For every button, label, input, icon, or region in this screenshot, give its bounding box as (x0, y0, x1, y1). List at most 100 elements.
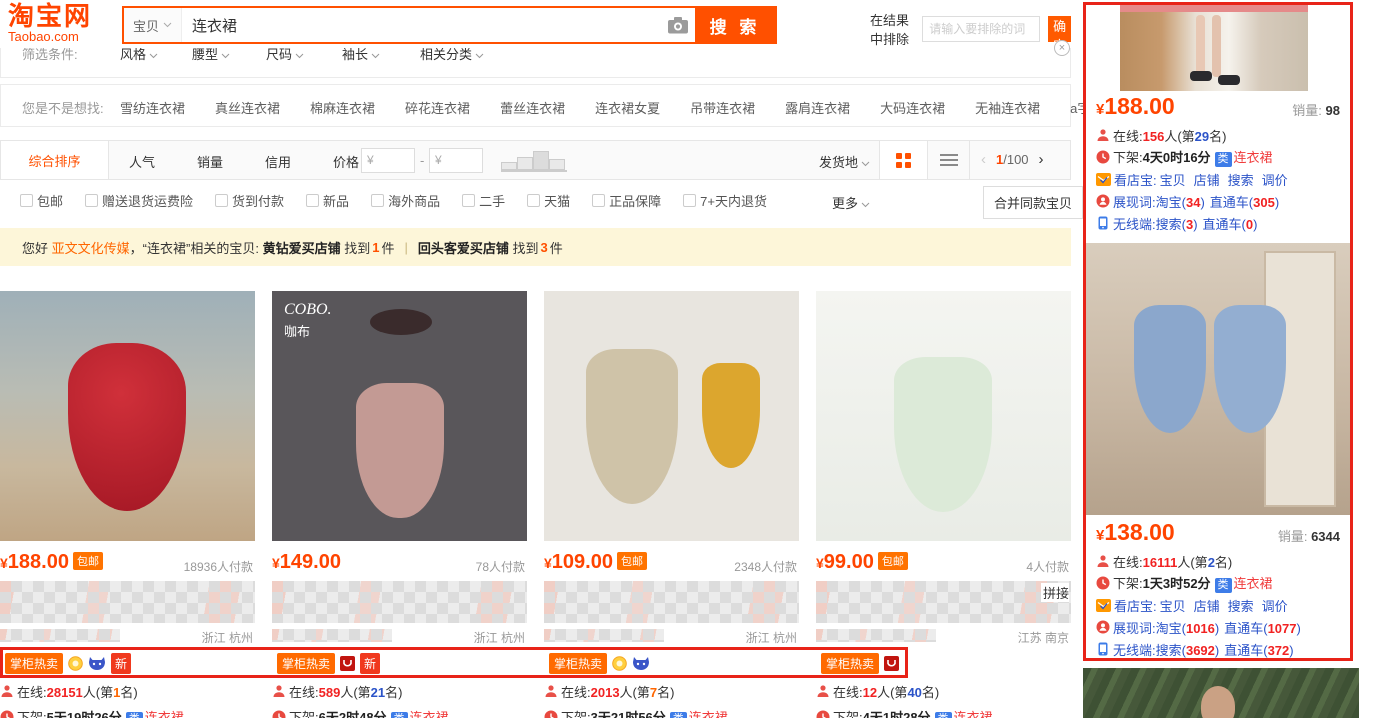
next-sidebar-product-image[interactable] (1083, 668, 1359, 718)
suggestion-link[interactable]: 雪纺连衣裙 (120, 98, 185, 117)
offline-stat-row: 下架:3天21时56分类连衣裙 (544, 708, 799, 718)
exclude-bar: 在结果中排除 确定 (870, 10, 1071, 48)
product-title-blurred[interactable]: 拼接 (816, 581, 1071, 623)
person-icon (1096, 554, 1110, 568)
impression-count: 1016 (1186, 621, 1215, 636)
exclude-input[interactable] (922, 16, 1040, 42)
seller-name-blurred[interactable] (816, 629, 936, 642)
product-card[interactable]: ¥99.00包邮 4人付款 拼接 江苏 南京 掌柜热卖 在线:12人(第40名)… (816, 291, 1071, 718)
product-image[interactable] (0, 291, 255, 541)
ship-from-dropdown[interactable]: 发货地 (819, 152, 870, 171)
free-shipping-badge: 包邮 (617, 552, 647, 570)
product-title-blurred[interactable] (544, 581, 799, 623)
taobao-logo[interactable]: 淘宝网 Taobao.com (8, 3, 92, 44)
chevron-down-icon (295, 53, 304, 59)
suggestion-link[interactable]: 真丝连衣裙 (215, 98, 280, 117)
product-image-placeholder (1190, 71, 1212, 81)
category-link[interactable]: 连衣裙 (145, 710, 184, 718)
product-card[interactable]: ¥109.00包邮 2348人付款 浙江 杭州 掌柜热卖 在线:2013人(第7… (544, 291, 799, 718)
search-category-dropdown[interactable]: 宝贝 (124, 8, 182, 42)
more-filters-dropdown[interactable]: 更多 (832, 193, 870, 212)
seller-name-blurred[interactable] (272, 629, 392, 642)
shop-tool-row: 看店宝:宝贝店铺搜索调价 (1096, 595, 1288, 615)
seller-name-blurred[interactable] (0, 629, 120, 642)
product-card[interactable]: COBO. 咖布 ¥149.00 78人付款 浙江 杭州 掌柜热卖 新 在线:5… (272, 291, 527, 718)
filter-checkbox-overseas[interactable]: 海外商品 (371, 191, 440, 210)
tool-link-search[interactable]: 搜索 (1228, 170, 1254, 189)
prev-page-button[interactable]: ‹ (981, 153, 986, 166)
filter-checkbox-cod[interactable]: 货到付款 (215, 191, 284, 210)
shop-tool-label: 看店宝: (1114, 596, 1157, 615)
price-histogram-icon[interactable] (501, 150, 567, 172)
product-image-placeholder (586, 349, 678, 504)
product-image[interactable] (816, 291, 1071, 541)
category-link[interactable]: 连衣裙 (410, 710, 449, 718)
price-min-input[interactable] (380, 150, 412, 171)
person-icon (816, 684, 830, 698)
tool-link-item[interactable]: 宝贝 (1160, 596, 1186, 615)
seller-name-blurred[interactable] (544, 629, 664, 642)
grid-view-icon (896, 153, 911, 168)
sort-tab-credit[interactable]: 信用 (265, 152, 291, 171)
chevron-down-icon (475, 53, 484, 59)
suggestion-link[interactable]: 碎花连衣裙 (405, 98, 470, 117)
sort-tab-popularity[interactable]: 人气 (129, 152, 155, 171)
filter-checkbox-new[interactable]: 新品 (306, 191, 349, 210)
filter-checkbox-return-insurance[interactable]: 赠送退货运费险 (85, 191, 193, 210)
tool-link-search[interactable]: 搜索 (1228, 596, 1254, 615)
category-link[interactable]: 连衣裙 (954, 710, 993, 718)
suggestion-link[interactable]: 无袖连衣裙 (975, 98, 1040, 117)
price-max-field: ¥ (429, 148, 483, 173)
category-link[interactable]: 连衣裙 (689, 710, 728, 718)
vip-shops-label: 黄钻爱买店铺 (263, 238, 341, 257)
suggestion-link[interactable]: 蕾丝连衣裙 (500, 98, 565, 117)
sidebar-product-image[interactable] (1086, 243, 1350, 515)
sort-tab-default[interactable]: 综合排序 (1, 141, 109, 179)
tool-link-shop[interactable]: 店铺 (1194, 170, 1220, 189)
suggestion-link[interactable]: 大码连衣裙 (880, 98, 945, 117)
sort-tab-sales[interactable]: 销量 (197, 152, 223, 171)
rank-value: 40 (907, 685, 921, 700)
merge-same-items-button[interactable]: 合并同款宝贝 (983, 186, 1083, 219)
product-title-blurred[interactable] (272, 581, 527, 623)
list-view-button[interactable] (928, 141, 969, 179)
sidebar-product-image[interactable] (1120, 5, 1308, 91)
pagination: ‹ 1/100 › (981, 152, 1044, 167)
search-input[interactable] (182, 8, 661, 42)
suggestion-link[interactable]: 露肩连衣裙 (785, 98, 850, 117)
exclude-confirm-button[interactable]: 确定 (1048, 16, 1071, 42)
filter-checkbox-7day-return[interactable]: 7+天内退货 (683, 191, 767, 210)
buyer-count: 4人付款 (1026, 558, 1069, 575)
tool-link-price[interactable]: 调价 (1262, 170, 1288, 189)
category-link[interactable]: 连衣裙 (1234, 576, 1273, 591)
free-shipping-badge: 包邮 (878, 552, 908, 570)
price-max-input[interactable] (448, 150, 480, 171)
grid-view-button[interactable] (880, 141, 927, 179)
filter-checkbox-tmall[interactable]: 天猫 (527, 191, 570, 210)
product-image[interactable]: COBO. 咖布 (272, 291, 527, 541)
search-button[interactable]: 搜 索 (695, 8, 775, 42)
product-card[interactable]: ¥188.00包邮 18936人付款 浙江 杭州 掌柜热卖 新 在线:28151… (0, 291, 255, 718)
filter-checkbox-free-shipping[interactable]: 包邮 (20, 191, 63, 210)
suggestion-link[interactable]: 连衣裙女夏 (595, 98, 660, 117)
shop-name-link[interactable]: 亚文文化传媒 (52, 238, 130, 257)
product-image-placeholder (1134, 305, 1206, 433)
next-page-button[interactable]: › (1039, 153, 1044, 166)
product-title-blurred[interactable] (0, 581, 255, 623)
product-price: 109.00 (552, 551, 613, 573)
product-image-placeholder (1120, 5, 1308, 12)
suggestion-link[interactable]: 棉麻连衣裙 (310, 98, 375, 117)
category-link[interactable]: 连衣裙 (1234, 150, 1273, 165)
suggestion-link[interactable]: 吊带连衣裙 (690, 98, 755, 117)
close-icon[interactable]: × (1054, 40, 1070, 56)
product-image[interactable] (544, 291, 799, 541)
image-search-camera-icon[interactable] (661, 8, 695, 42)
impression-count: 1077 (1268, 621, 1297, 636)
seller-badges: 掌柜热卖 (816, 652, 1071, 674)
checkbox-icon (85, 194, 98, 207)
tool-link-shop[interactable]: 店铺 (1194, 596, 1220, 615)
tool-link-price[interactable]: 调价 (1262, 596, 1288, 615)
tool-link-item[interactable]: 宝贝 (1160, 170, 1186, 189)
filter-checkbox-authentic[interactable]: 正品保障 (592, 191, 661, 210)
filter-checkbox-secondhand[interactable]: 二手 (462, 191, 505, 210)
